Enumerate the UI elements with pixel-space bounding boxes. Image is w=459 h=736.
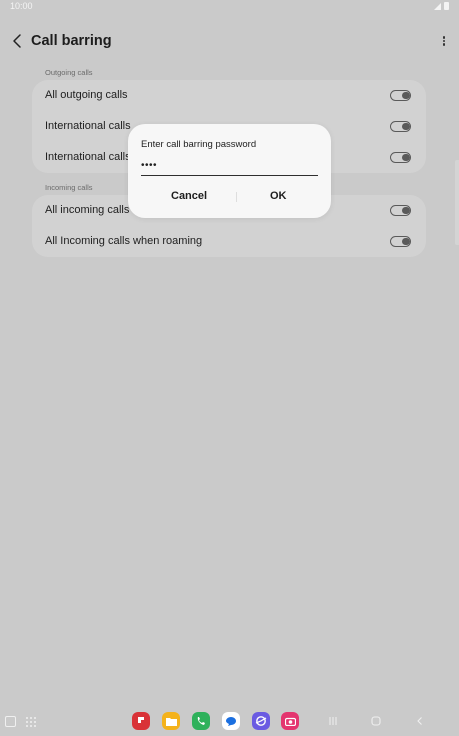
my-files-icon[interactable] [162,712,180,730]
section-header-outgoing: Outgoing calls [45,68,93,77]
battery-icon [444,2,449,10]
taskbar [0,708,459,736]
toggle-switch[interactable] [390,236,411,247]
edge-panel-handle[interactable] [455,160,459,245]
setting-row-all-outgoing[interactable]: All outgoing calls [32,80,426,111]
page-title: Call barring [31,33,112,49]
toggle-switch[interactable] [390,90,411,101]
toggle-knob [402,206,410,214]
setting-label: International calls [45,151,131,163]
status-time: 10:00 [10,1,33,11]
taskbar-panel-icon[interactable] [5,716,16,727]
camera-icon[interactable] [281,712,299,730]
dialog-title: Enter call barring password [141,139,257,150]
recent-apps-icon[interactable] [328,716,338,726]
button-divider [236,192,237,202]
signal-icon [434,3,441,10]
toggle-knob [402,237,410,245]
toggle-knob [402,91,410,99]
ok-button[interactable]: OK [270,190,287,202]
toggle-switch[interactable] [390,205,411,216]
more-options-icon[interactable] [441,33,447,49]
messages-icon[interactable] [222,712,240,730]
password-input[interactable] [141,158,318,176]
apps-grid-icon[interactable] [26,717,36,727]
phone-icon[interactable] [192,712,210,730]
toggle-switch[interactable] [390,152,411,163]
home-icon[interactable] [371,716,381,726]
section-header-incoming: Incoming calls [45,183,93,192]
status-icons [434,2,449,10]
cancel-button[interactable]: Cancel [171,190,207,202]
toggle-knob [402,122,410,130]
setting-label: International calls [45,120,131,132]
setting-label: All Incoming calls when roaming [45,235,203,247]
back-icon[interactable] [10,32,26,50]
toggle-knob [402,153,410,161]
setting-row-incoming-roaming[interactable]: All Incoming calls when roaming [32,226,426,257]
back-nav-icon[interactable] [415,716,425,726]
setting-label: All incoming calls [45,204,130,216]
password-dialog: Enter call barring password Cancel OK [128,124,331,218]
status-bar: 10:00 [0,0,459,14]
setting-label: All outgoing calls [45,89,128,101]
app-bar: Call barring [0,26,459,56]
flipboard-icon[interactable] [132,712,150,730]
toggle-switch[interactable] [390,121,411,132]
internet-icon[interactable] [252,712,270,730]
